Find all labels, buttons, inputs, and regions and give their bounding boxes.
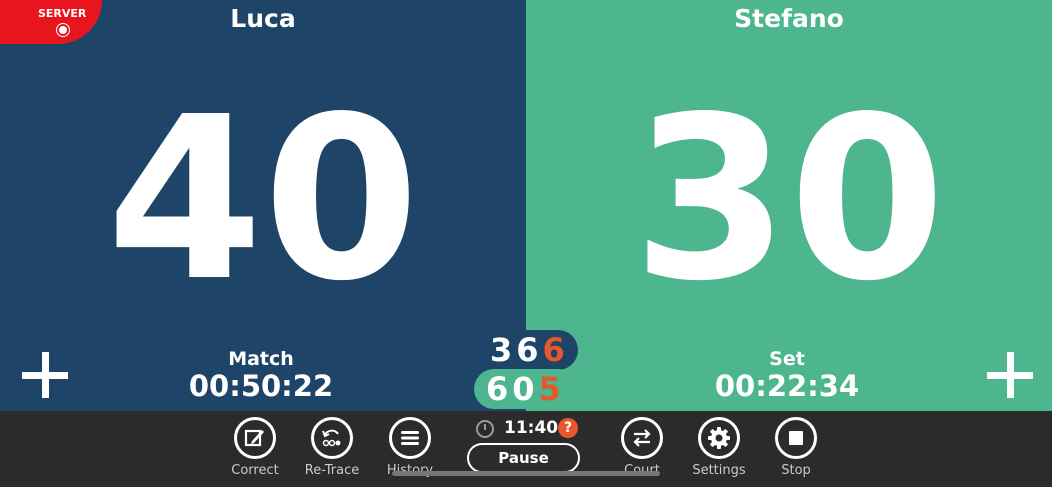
clock-row: 11:40 ? — [476, 416, 586, 440]
edit-icon — [234, 417, 276, 459]
clock-icon — [476, 420, 494, 438]
settings-label: Settings — [692, 463, 746, 478]
correct-button[interactable]: Correct — [215, 417, 295, 478]
set-scores-right: 605 — [474, 369, 578, 409]
home-indicator[interactable] — [392, 471, 660, 476]
score-left: 40 — [106, 69, 420, 331]
correct-label: Correct — [231, 463, 279, 478]
set-score: 6 — [486, 370, 509, 408]
player-name-right: Stefano — [734, 4, 844, 33]
menu-icon — [389, 417, 431, 459]
set-score: 6 — [516, 331, 539, 369]
court-button[interactable]: Court — [602, 417, 682, 478]
set-timer-value: 00:22:34 — [714, 369, 860, 403]
set-score: 3 — [490, 331, 513, 369]
history-button[interactable]: History — [370, 417, 450, 478]
retrace-label: Re-Trace — [304, 463, 360, 478]
stop-label: Stop — [781, 463, 811, 478]
current-set-score: 5 — [538, 370, 561, 408]
match-timer-value: 00:50:22 — [188, 369, 334, 403]
set-score: 0 — [512, 370, 535, 408]
match-timer-label: Match — [228, 348, 294, 370]
gear-icon — [698, 417, 740, 459]
swap-icon — [621, 417, 663, 459]
tennis-ball-icon — [57, 24, 69, 36]
stop-icon — [775, 417, 817, 459]
set-timer-label: Set — [769, 348, 805, 370]
current-set-score: 6 — [542, 331, 565, 369]
set-scores-left: 366 — [478, 330, 578, 370]
match-timer: Match 00:50:22 — [161, 348, 361, 402]
settings-button[interactable]: Settings — [679, 417, 759, 478]
player-panel-left[interactable]: Luca 40 Match 00:50:22 — [0, 0, 526, 411]
player-panel-right[interactable]: Stefano 30 Set 00:22:34 — [526, 0, 1052, 411]
retrace-button[interactable]: Re-Trace — [292, 417, 372, 478]
pause-button[interactable]: Pause — [467, 443, 580, 473]
clock-time: 11:40 — [504, 418, 559, 438]
plus-icon[interactable] — [987, 352, 1033, 398]
plus-icon[interactable] — [22, 352, 68, 398]
set-timer: Set 00:22:34 — [687, 348, 887, 402]
help-icon[interactable]: ? — [558, 418, 578, 438]
server-label: SERVER — [38, 7, 87, 20]
stop-button[interactable]: Stop — [756, 417, 836, 478]
score-right: 30 — [632, 69, 946, 331]
retrace-icon — [311, 417, 353, 459]
